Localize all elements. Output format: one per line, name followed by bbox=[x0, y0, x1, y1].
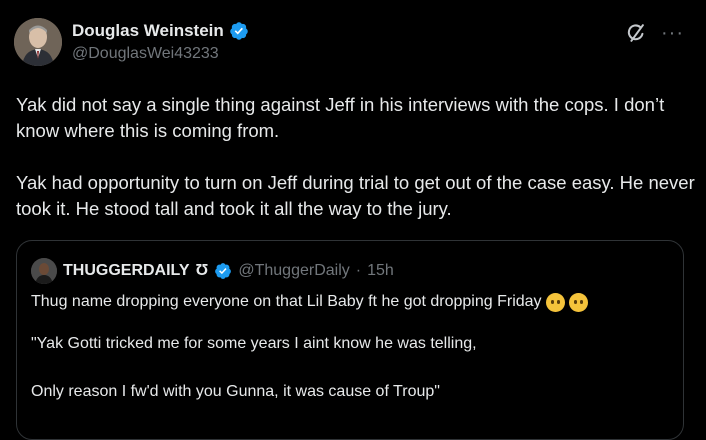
quoted-name-symbol: Ʊ bbox=[195, 262, 209, 279]
no-mouth-emoji-icon bbox=[568, 292, 588, 312]
tweet-top-actions: ··· bbox=[625, 22, 684, 44]
tweet-paragraph: Yak had opportunity to turn on Jeff duri… bbox=[16, 172, 695, 219]
quoted-tweet-header: THUGGERDAILY Ʊ @ThuggerDaily · 15h bbox=[31, 258, 394, 284]
tweet-text: Yak did not say a single thing against J… bbox=[16, 92, 696, 222]
profile-photo-icon bbox=[14, 18, 62, 66]
quoted-handle[interactable]: @ThuggerDaily bbox=[238, 262, 349, 280]
quoted-line-text: Thug name dropping everyone on that Lil … bbox=[31, 293, 542, 310]
grok-icon[interactable] bbox=[625, 22, 647, 44]
verified-badge-icon bbox=[214, 262, 232, 280]
verified-badge-icon[interactable] bbox=[229, 21, 249, 41]
author-handle[interactable]: @DouglasWei43233 bbox=[72, 45, 219, 63]
quoted-timestamp[interactable]: 15h bbox=[367, 262, 394, 280]
author-display-name[interactable]: Douglas Weinstein bbox=[72, 21, 224, 41]
quoted-tweet[interactable]: THUGGERDAILY Ʊ @ThuggerDaily · 15h Thug … bbox=[16, 240, 684, 440]
no-mouth-emoji-icon bbox=[545, 292, 565, 312]
quoted-line: Thug name dropping everyone on that Lil … bbox=[31, 291, 671, 313]
quoted-line: Only reason I fw'd with you Gunna, it wa… bbox=[31, 383, 440, 400]
quoted-display-name[interactable]: THUGGERDAILY bbox=[63, 262, 190, 280]
author-name-row: Douglas Weinstein bbox=[72, 21, 249, 41]
profile-photo-icon bbox=[31, 258, 57, 284]
author-avatar[interactable] bbox=[14, 18, 62, 66]
quoted-tweet-text: Thug name dropping everyone on that Lil … bbox=[31, 291, 671, 403]
tweet-card: Douglas Weinstein @DouglasWei43233 ··· Y… bbox=[0, 0, 706, 440]
separator-dot: · bbox=[355, 262, 362, 279]
quoted-author-avatar[interactable] bbox=[31, 258, 57, 284]
more-options-icon[interactable]: ··· bbox=[661, 23, 684, 43]
tweet-paragraph: Yak did not say a single thing against J… bbox=[16, 94, 665, 141]
quoted-line: "Yak Gotti tricked me for some years I a… bbox=[31, 335, 477, 352]
